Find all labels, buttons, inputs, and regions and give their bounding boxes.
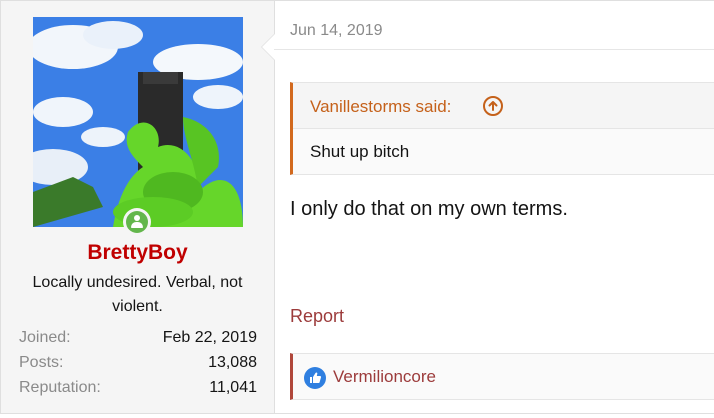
post-pointer-arrow [261, 33, 275, 61]
like-thumb-icon [304, 367, 326, 389]
user-info-panel: BrettyBoy Locally undesired. Verbal, not… [1, 1, 275, 413]
stat-label: Posts: [19, 354, 64, 371]
stat-value: Feb 22, 2019 [162, 329, 257, 346]
user-stats: Joined: Feb 22, 2019 Posts: 13,088 Reput… [19, 325, 257, 400]
report-link[interactable]: Report [290, 306, 344, 327]
post-date[interactable]: Jun 14, 2019 [290, 22, 383, 40]
stat-label: Joined: [19, 329, 71, 346]
avatar-image [33, 17, 243, 227]
stat-joined: Joined: Feb 22, 2019 [19, 325, 257, 350]
quote-header: Vanillestorms said: [293, 83, 714, 129]
user-title: Locally undesired. Verbal, not violent. [32, 274, 243, 315]
arrow-up-circle-icon[interactable] [483, 96, 503, 116]
online-status-badge [123, 208, 151, 236]
user-avatar[interactable] [33, 17, 243, 227]
stat-label: Reputation: [19, 379, 101, 396]
reaction-user-link[interactable]: Vermilioncore [333, 367, 436, 387]
post-container: BrettyBoy Locally undesired. Verbal, not… [0, 0, 714, 414]
reactions-bar: Vermilioncore [290, 353, 714, 400]
stat-reputation: Reputation: 11,041 [19, 375, 257, 400]
online-user-icon [126, 211, 148, 233]
stat-value: 11,041 [209, 379, 257, 396]
divider [274, 49, 714, 50]
post-message: I only do that on my own terms. [290, 198, 568, 220]
stat-posts: Posts: 13,088 [19, 350, 257, 375]
quote-block: Vanillestorms said: Shut up bitch [290, 82, 714, 175]
username[interactable]: BrettyBoy [1, 241, 274, 265]
quote-author[interactable]: Vanillestorms said: [310, 97, 451, 117]
stat-value: 13,088 [208, 354, 257, 371]
quote-text: Shut up bitch [310, 142, 410, 161]
